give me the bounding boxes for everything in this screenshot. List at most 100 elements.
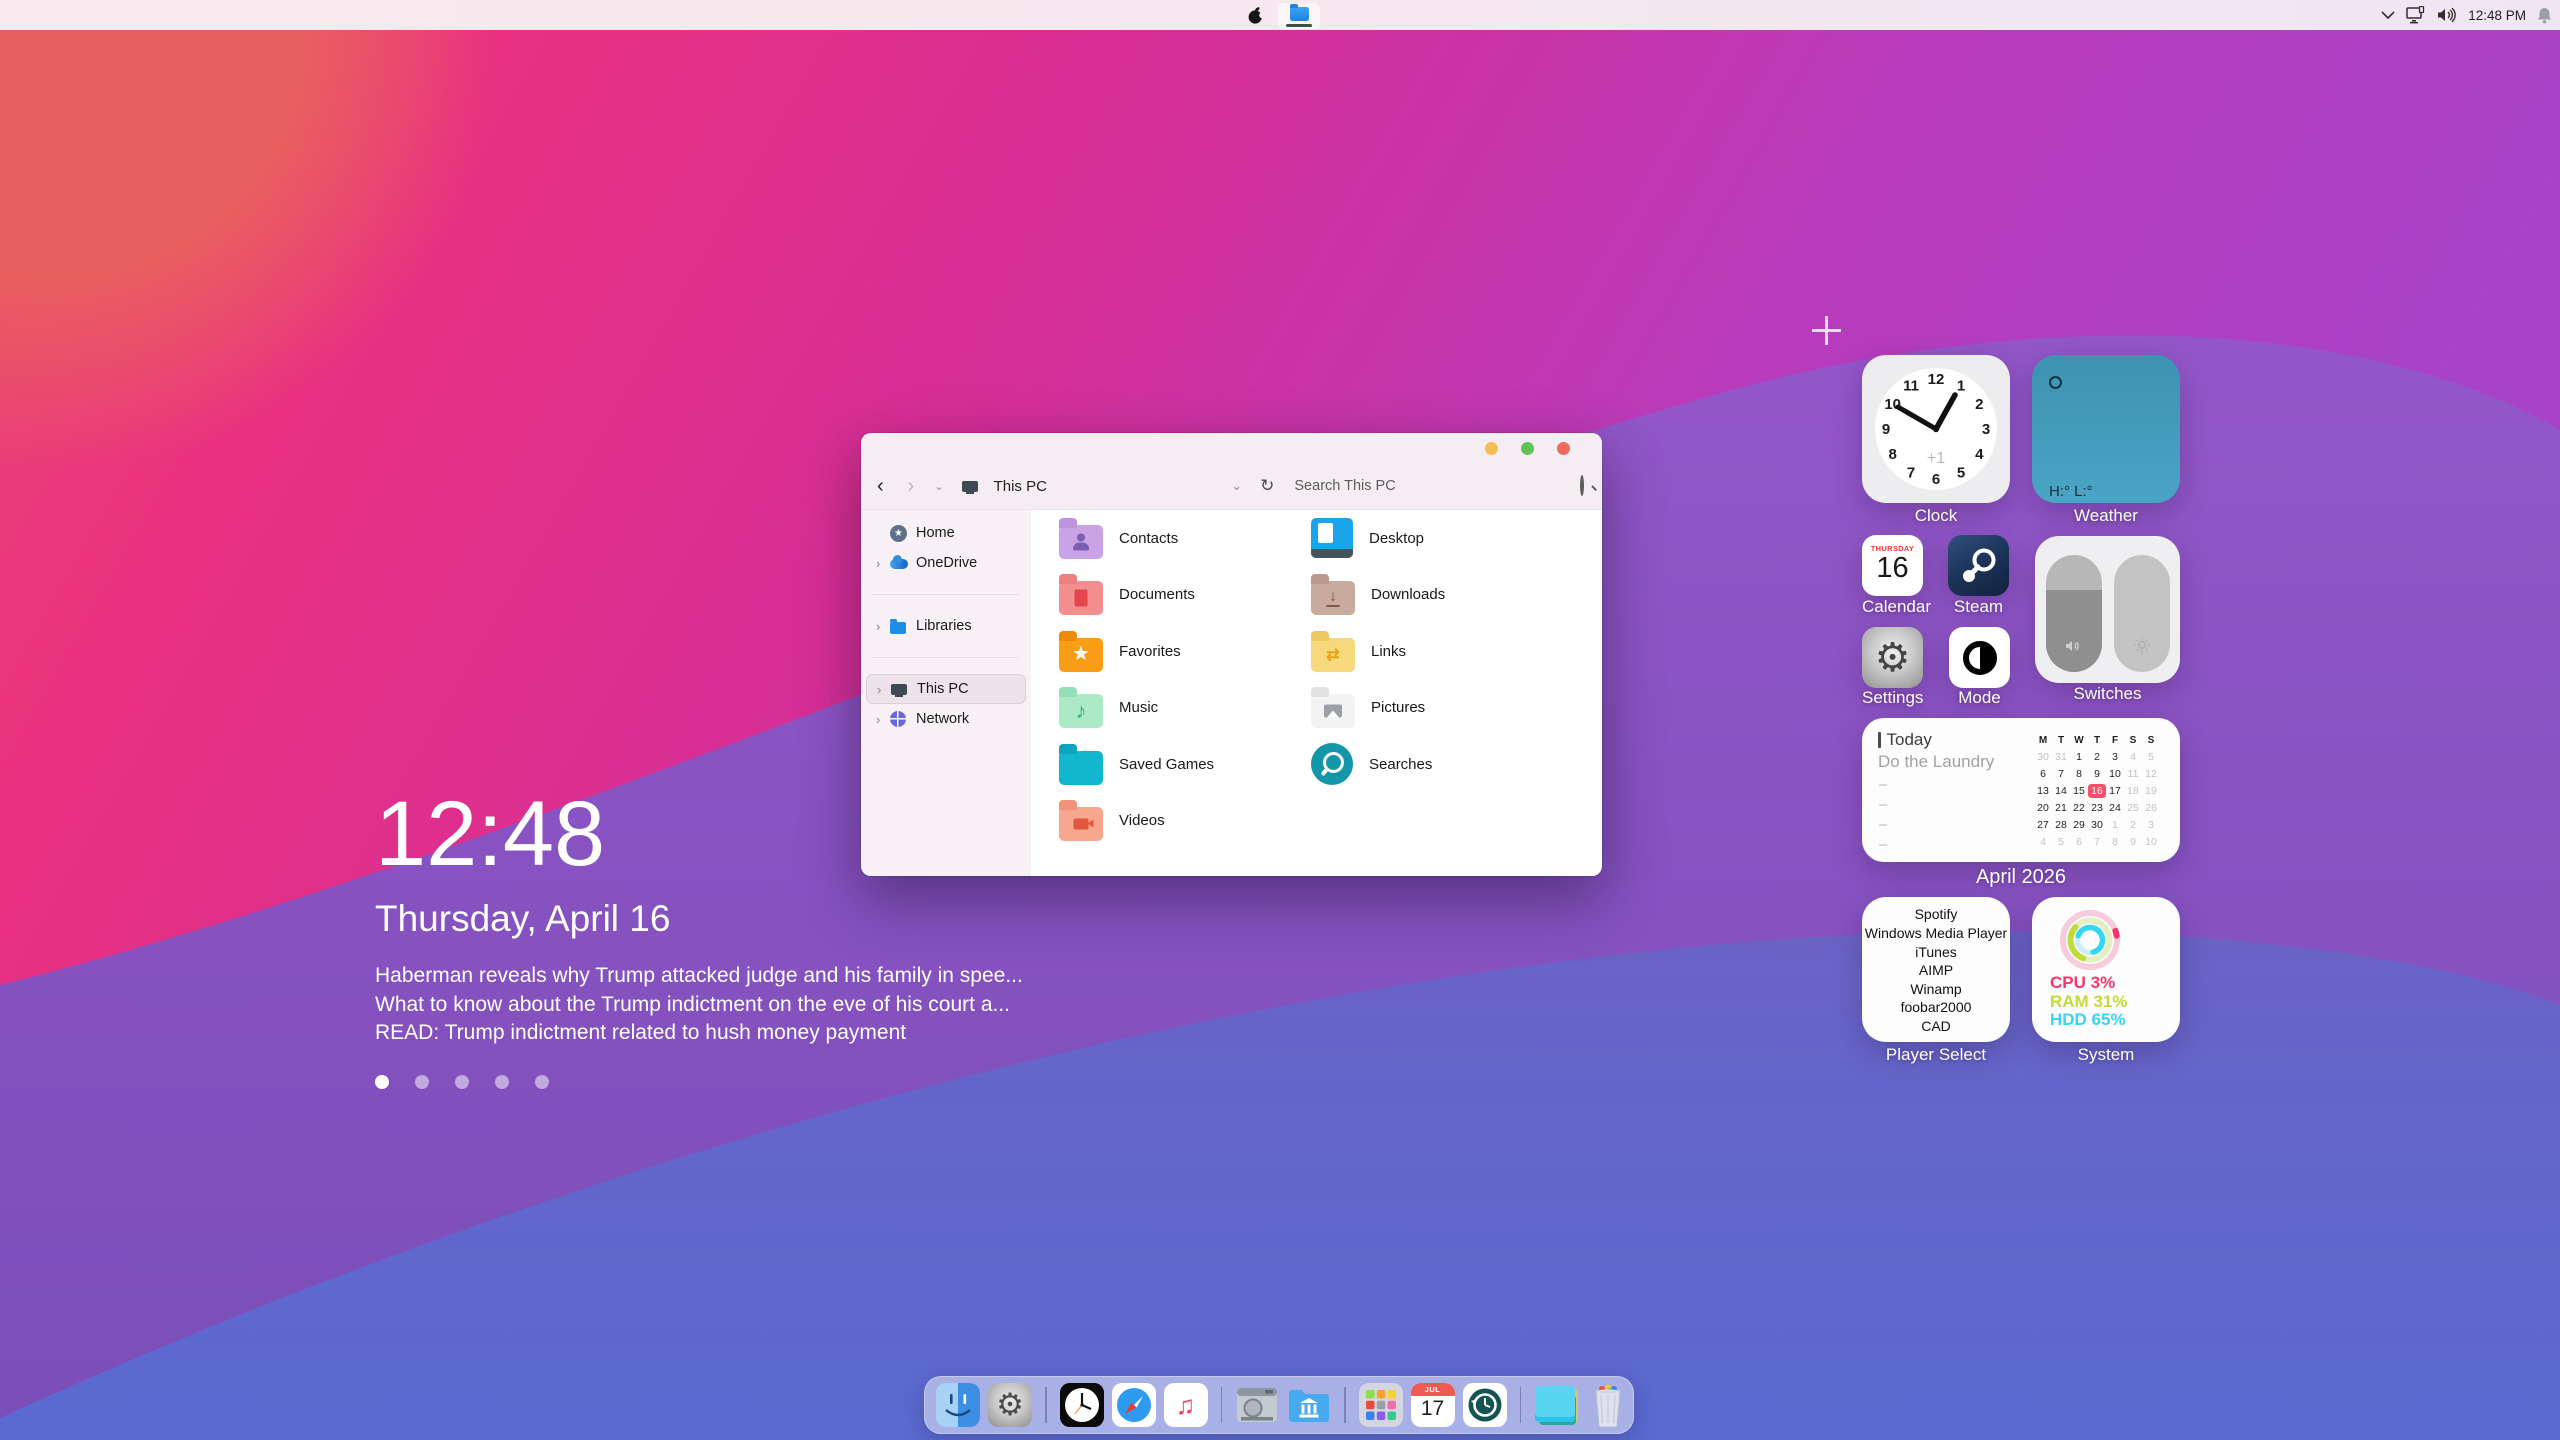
folder-item-contacts[interactable]: Contacts	[1059, 510, 1214, 567]
calendar-day-cell[interactable]: 25	[2124, 799, 2142, 816]
calendar-day-cell[interactable]: 27	[2034, 816, 2052, 833]
player-option[interactable]: Windows Media Player	[1865, 924, 2007, 943]
system-monitor-widget[interactable]: CPU 3% RAM 31% HDD 65%	[2032, 897, 2180, 1042]
address-breadcrumb[interactable]: This PC	[994, 478, 1047, 495]
folder-item-music[interactable]: ♪ Music	[1059, 680, 1214, 737]
folder-item-searches[interactable]: Searches	[1311, 736, 1445, 793]
calendar-day-cell[interactable]: 18	[2124, 782, 2142, 799]
calendar-day-cell[interactable]: 22	[2070, 799, 2088, 816]
player-option[interactable]: Spotify	[1915, 905, 1958, 924]
player-option[interactable]: AIMP	[1919, 961, 1953, 980]
close-button[interactable]	[1557, 442, 1570, 455]
launchpad-icon[interactable]	[1358, 1383, 1403, 1427]
calendar-day-cell[interactable]: 9	[2124, 833, 2142, 850]
refresh-icon[interactable]: ↻	[1260, 476, 1274, 496]
sidebar-item-network[interactable]: › Network	[866, 704, 1026, 734]
music-app-icon[interactable]: ♫	[1163, 1383, 1208, 1427]
trash-icon[interactable]	[1586, 1383, 1630, 1427]
folder-item-desktop[interactable]: Desktop	[1311, 510, 1445, 567]
clock-widget[interactable]: 1 2 3 4 5 6 7 8 9 10 11 12 +1	[1862, 355, 2010, 503]
calendar-day-cell[interactable]: 26	[2142, 799, 2160, 816]
calendar-day-cell[interactable]: 30	[2034, 748, 2052, 765]
calendar-day-cell[interactable]: 5	[2142, 748, 2160, 765]
calendar-day-cell[interactable]: 1	[2106, 816, 2124, 833]
speaker-icon[interactable]	[2437, 7, 2457, 23]
calendar-day-cell[interactable]: 20	[2034, 799, 2052, 816]
sidebar-item-onedrive[interactable]: › OneDrive	[866, 548, 1026, 578]
calendar-day-cell[interactable]: 21	[2052, 799, 2070, 816]
minimize-button[interactable]	[1485, 442, 1498, 455]
hard-drive-icon[interactable]	[1235, 1383, 1279, 1427]
player-option[interactable]: CAD	[1921, 1017, 1951, 1036]
library-folder-icon[interactable]	[1287, 1383, 1331, 1427]
calendar-day-cell[interactable]: 10	[2106, 765, 2124, 782]
finder-icon[interactable]	[936, 1383, 980, 1427]
steam-app-icon[interactable]	[1948, 535, 2009, 596]
back-button[interactable]: ‹	[877, 476, 884, 496]
volume-slider[interactable]	[2046, 555, 2102, 672]
folder-item-pictures[interactable]: Pictures	[1311, 680, 1445, 737]
sidebar-item-this-pc[interactable]: › This PC	[866, 674, 1026, 704]
calendar-day-cell[interactable]: 13	[2034, 782, 2052, 799]
calendar-day-cell[interactable]: 17	[2106, 782, 2124, 799]
forward-button[interactable]: ›	[908, 476, 915, 496]
page-dot[interactable]	[455, 1074, 469, 1089]
page-dot[interactable]	[375, 1074, 389, 1089]
weather-widget[interactable]: H:° L:°	[2032, 355, 2180, 503]
calendar-day-cell[interactable]: 7	[2052, 765, 2070, 782]
player-option[interactable]: Winamp	[1910, 980, 1961, 999]
page-dot[interactable]	[415, 1074, 429, 1089]
calendar-day-cell[interactable]: 8	[2070, 765, 2088, 782]
calendar-day-cell[interactable]: 12	[2142, 765, 2160, 782]
calendar-day-cell[interactable]: 23	[2088, 799, 2106, 816]
sidebar-item-libraries[interactable]: › Libraries	[866, 611, 1026, 641]
calendar-day-cell[interactable]: 10	[2142, 833, 2160, 850]
bell-icon[interactable]	[2537, 7, 2552, 24]
folder-item-links[interactable]: ⇄ Links	[1311, 623, 1445, 680]
clock-app-icon[interactable]	[1059, 1383, 1104, 1427]
address-dropdown-icon[interactable]: ⌄	[1231, 478, 1242, 494]
calendar-day-cell[interactable]: 15	[2070, 782, 2088, 799]
calendar-day-cell[interactable]: 11	[2124, 765, 2142, 782]
calendar-day-cell[interactable]: 30	[2088, 816, 2106, 833]
settings-app-icon[interactable]: ⚙	[1862, 627, 1923, 688]
player-select-widget[interactable]: Spotify Windows Media Player iTunes AIMP Win…	[1862, 897, 2010, 1042]
calendar-day-cell[interactable]: 2	[2088, 748, 2106, 765]
calendar-day-cell[interactable]: 3	[2142, 816, 2160, 833]
calendar-day-cell[interactable]: 29	[2070, 816, 2088, 833]
folder-item-favorites[interactable]: ★ Favorites	[1059, 623, 1214, 680]
window-header[interactable]: ‹ › ⌄ This PC ⌄ ↻ Search This PC	[861, 433, 1602, 510]
calendar-day-cell[interactable]: 5	[2052, 833, 2070, 850]
system-settings-icon[interactable]: ⚙	[988, 1383, 1032, 1427]
agenda-calendar-widget[interactable]: Today Do the Laundry – – – – M T W T F S S 30 31 1 2 3…	[1862, 718, 2180, 862]
calendar-app-icon[interactable]: JUL 17	[1410, 1383, 1455, 1427]
expand-chevron-icon[interactable]: ›	[877, 682, 891, 697]
calendar-day-cell[interactable]: 19	[2142, 782, 2160, 799]
page-dot[interactable]	[535, 1074, 549, 1089]
page-dot[interactable]	[495, 1074, 509, 1089]
calendar-day-cell[interactable]: 31	[2052, 748, 2070, 765]
sidebar-item-home[interactable]: ★ Home	[866, 518, 1026, 548]
tray-clock[interactable]: 12:48 PM	[2468, 8, 2526, 23]
calendar-day-cell[interactable]: 4	[2034, 833, 2052, 850]
display-network-icon[interactable]	[2406, 6, 2426, 24]
calendar-day-cell[interactable]: 16	[2088, 782, 2106, 799]
folder-item-saved-games[interactable]: Saved Games	[1059, 736, 1214, 793]
calendar-day-cell[interactable]: 4	[2124, 748, 2142, 765]
player-option[interactable]: foobar2000	[1901, 998, 1972, 1017]
calendar-day-cell[interactable]: 1	[2070, 748, 2088, 765]
history-chevron-icon[interactable]: ⌄	[934, 480, 943, 493]
calendar-day-cell[interactable]: 9	[2088, 765, 2106, 782]
calendar-day-cell[interactable]: 6	[2070, 833, 2088, 850]
calendar-day-cell[interactable]: 7	[2088, 833, 2106, 850]
player-option[interactable]: iTunes	[1915, 943, 1957, 962]
calendar-day-cell[interactable]: 6	[2034, 765, 2052, 782]
apple-menu-icon[interactable]	[1248, 6, 1264, 25]
expand-chevron-icon[interactable]: ›	[876, 556, 890, 571]
calendar-day-cell[interactable]: 14	[2052, 782, 2070, 799]
stickies-icon[interactable]	[1534, 1383, 1578, 1427]
brightness-slider[interactable]	[2114, 555, 2170, 672]
safari-icon[interactable]	[1111, 1383, 1156, 1427]
calendar-day-cell[interactable]: 2	[2124, 816, 2142, 833]
chevron-down-icon[interactable]	[2381, 11, 2395, 19]
